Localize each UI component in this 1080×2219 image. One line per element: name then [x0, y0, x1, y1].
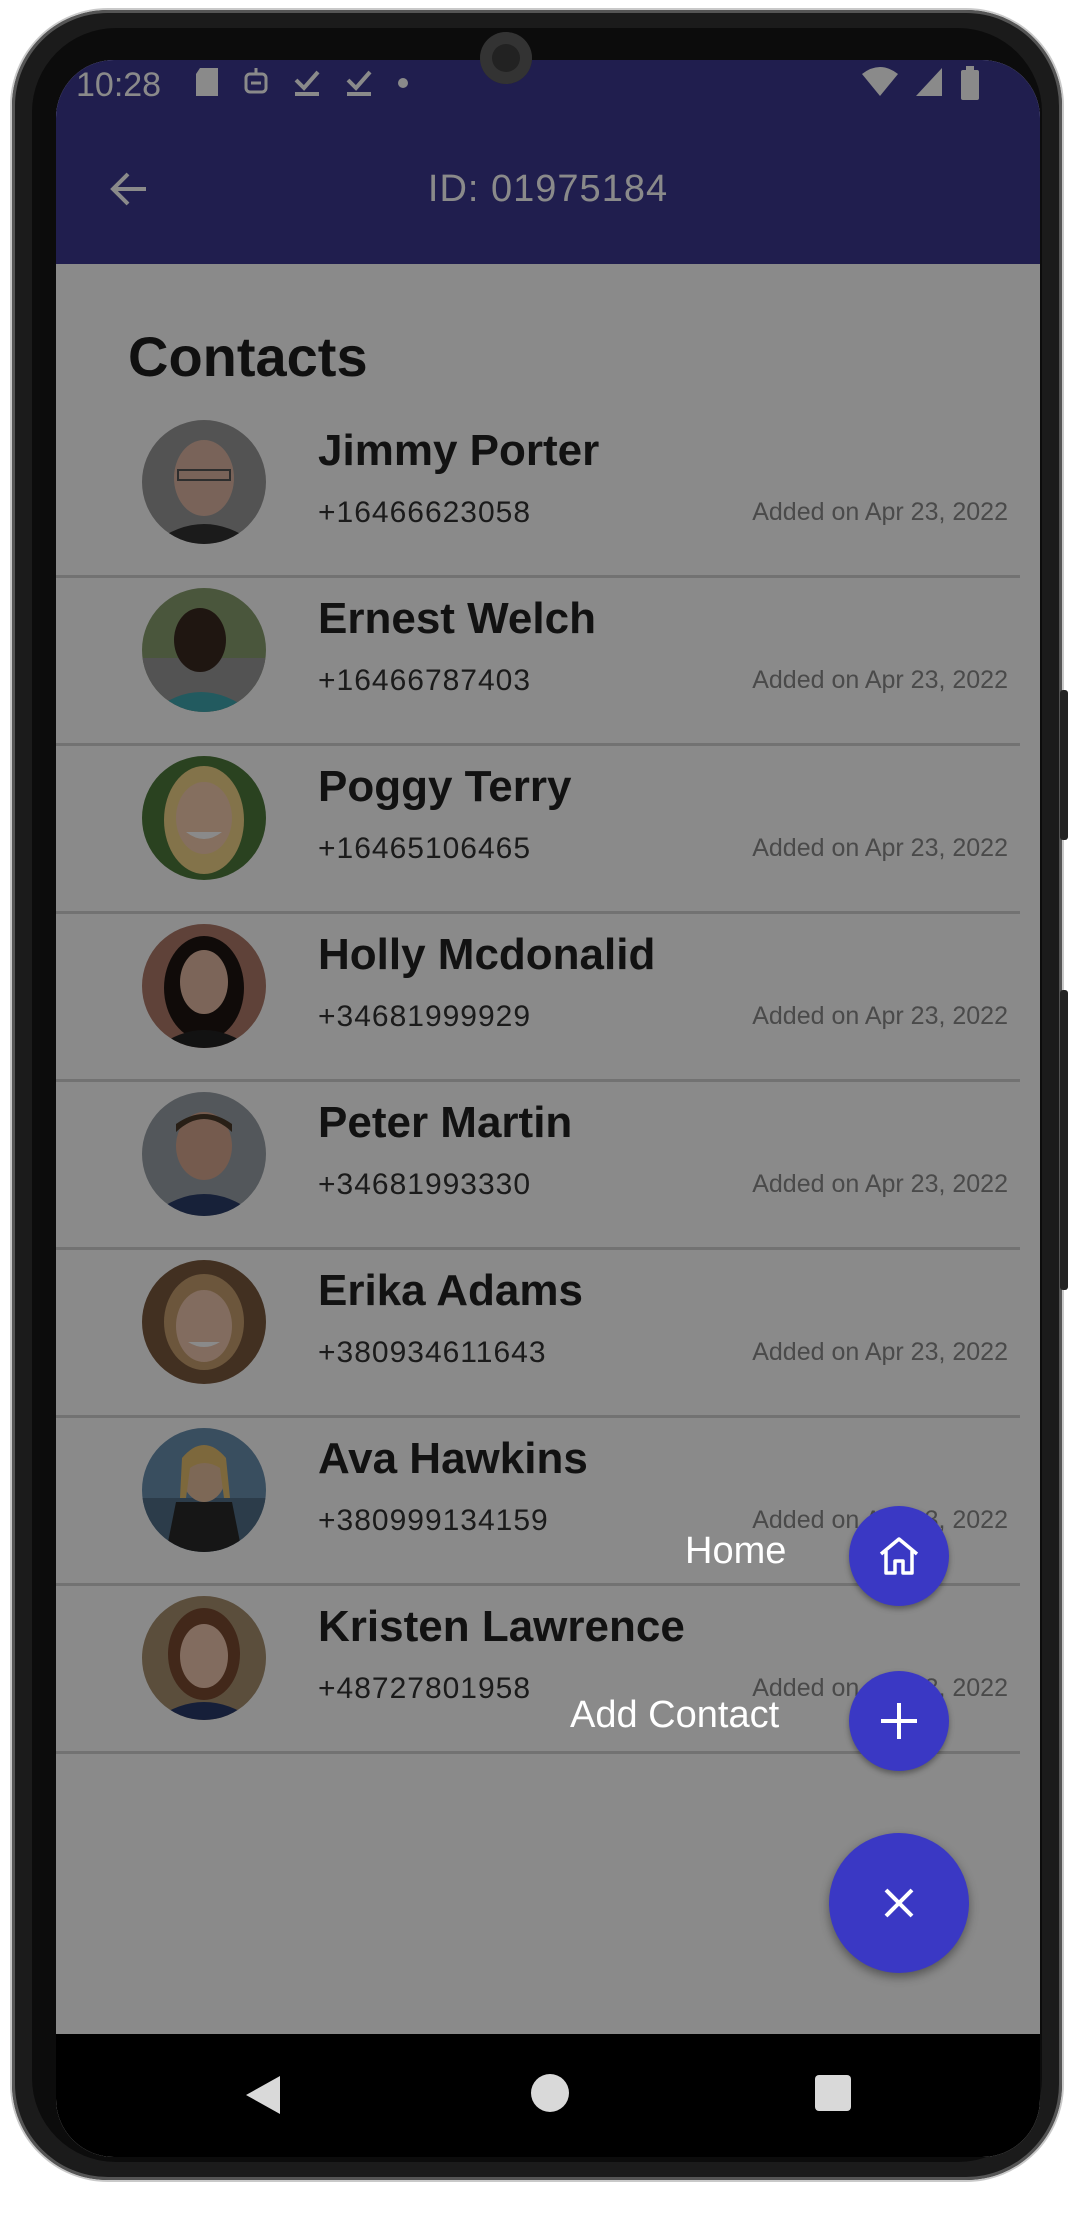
system-navigation-bar: [56, 2034, 1040, 2157]
power-button: [1060, 990, 1068, 1290]
nav-back-icon[interactable]: [242, 2074, 282, 2116]
nav-recents-icon[interactable]: [815, 2075, 851, 2111]
close-menu-fab[interactable]: [829, 1833, 969, 1973]
volume-button: [1060, 690, 1068, 840]
home-icon: [879, 1537, 919, 1575]
screen: 10:28 ID: 01975184 Contacts Jimmy Porter…: [56, 60, 1040, 2157]
close-icon: [884, 1888, 914, 1918]
home-fab[interactable]: [849, 1506, 949, 1606]
add-contact-fab[interactable]: [849, 1671, 949, 1771]
front-camera: [480, 32, 532, 84]
fab-label-add-contact[interactable]: Add Contact: [570, 1694, 779, 1737]
plus-icon: [881, 1703, 917, 1739]
fab-label-home[interactable]: Home: [685, 1530, 786, 1573]
phone-frame: 10:28 ID: 01975184 Contacts Jimmy Porter…: [12, 10, 1068, 2180]
nav-home-icon[interactable]: [531, 2074, 569, 2112]
